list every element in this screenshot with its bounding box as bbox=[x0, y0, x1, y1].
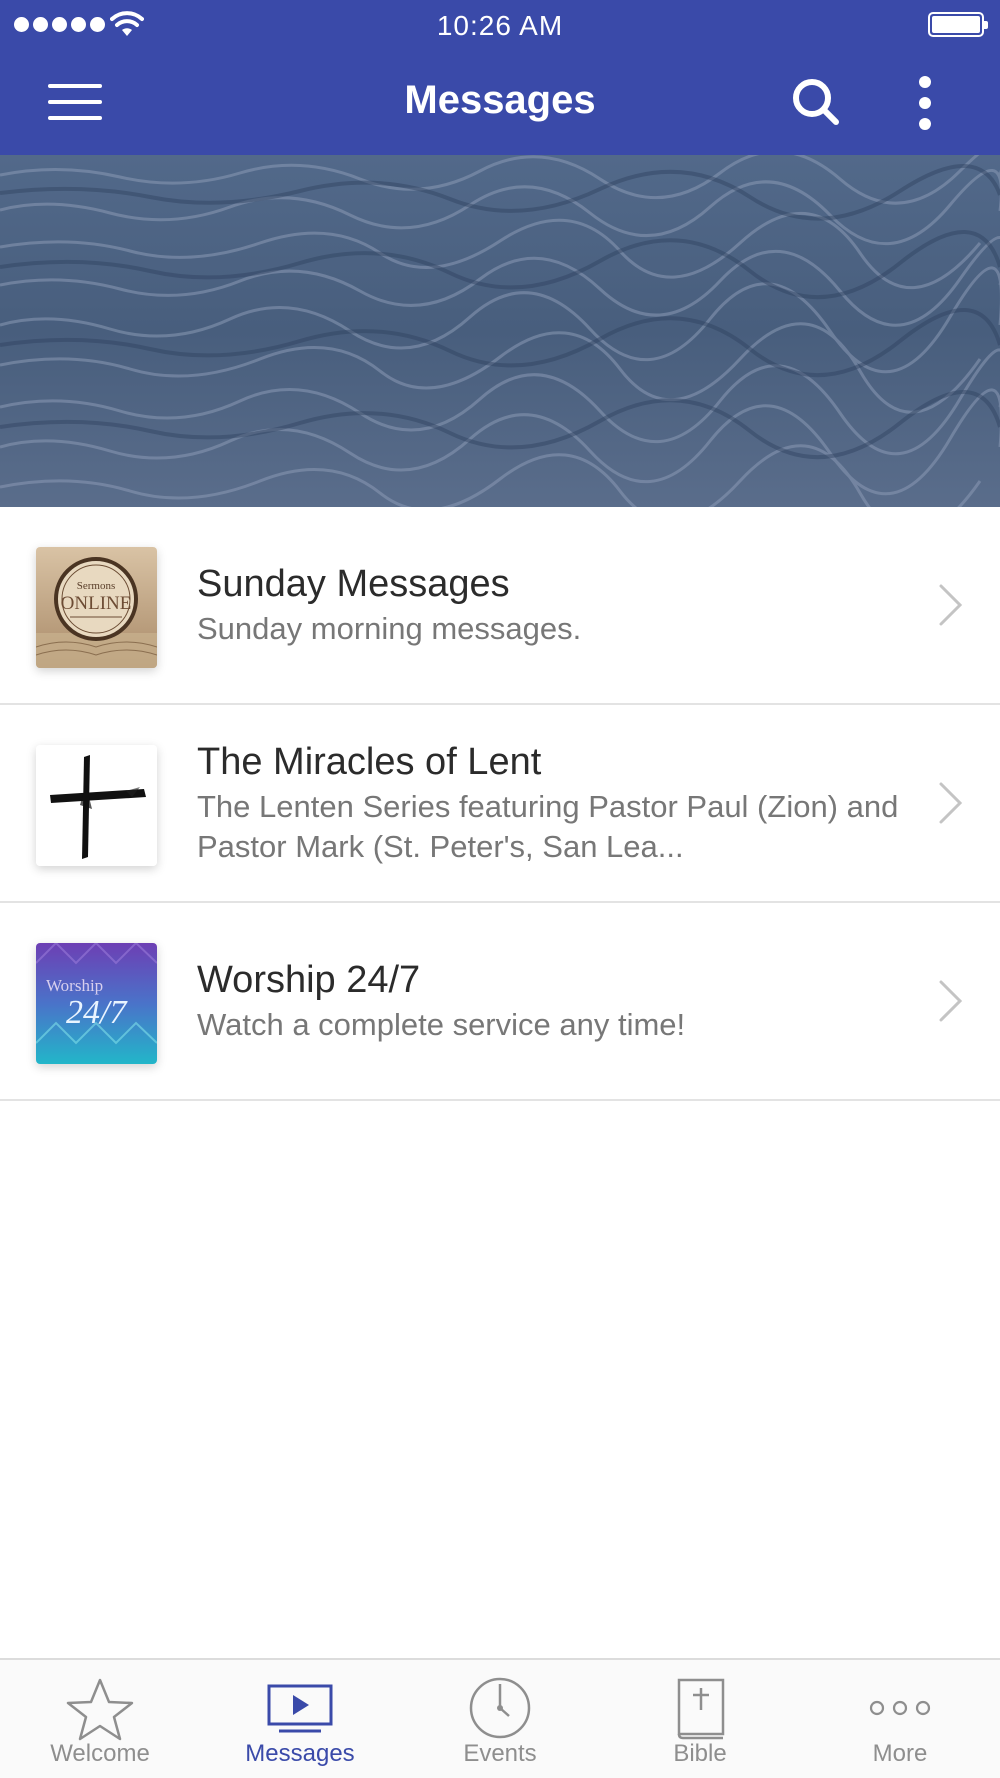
ocean-water-image bbox=[0, 155, 1000, 507]
list-item-subtitle: Sunday morning messages. bbox=[197, 611, 582, 646]
tab-welcome[interactable]: Welcome bbox=[0, 1660, 200, 1778]
list-item-text: The Miracles of Lent The Lenten Series f… bbox=[197, 705, 910, 901]
tab-label: Messages bbox=[245, 1740, 355, 1767]
tab-label: Bible bbox=[673, 1740, 727, 1767]
bottom-tab-bar: Welcome Messages Events Bible More bbox=[0, 1658, 1000, 1778]
tab-label: Welcome bbox=[50, 1740, 150, 1767]
svg-text:24/7: 24/7 bbox=[66, 994, 128, 1031]
play-video-icon bbox=[267, 1684, 333, 1733]
list-item-title: Sunday Messages bbox=[197, 563, 510, 605]
cross-thumbnail bbox=[36, 745, 157, 866]
tab-bible[interactable]: Bible bbox=[600, 1660, 800, 1778]
messages-list: Sermons ONLINE Sunday Messages Sunday mo… bbox=[0, 507, 1000, 1101]
tab-more[interactable]: More bbox=[800, 1660, 1000, 1778]
app-header: 10:26 AM Messages bbox=[0, 0, 1000, 155]
sermons-online-thumbnail: Sermons ONLINE bbox=[36, 547, 157, 668]
list-item-title: The Miracles of Lent bbox=[197, 741, 542, 783]
banner-image bbox=[0, 155, 1000, 507]
chevron-right-icon bbox=[939, 782, 963, 824]
worship-24-7-thumbnail: Worship 24/7 bbox=[36, 943, 157, 1064]
status-time: 10:26 AM bbox=[436, 10, 564, 41]
chevron-right-icon bbox=[939, 584, 963, 626]
svg-text:Worship: Worship bbox=[46, 976, 103, 995]
tab-messages[interactable]: Messages bbox=[200, 1660, 400, 1778]
list-item-worship-24-7[interactable]: Worship 24/7 Worship 24/7 Watch a comple… bbox=[0, 903, 1000, 1101]
svg-text:Sermons: Sermons bbox=[77, 580, 116, 592]
bible-icon bbox=[677, 1678, 725, 1740]
more-dots-icon bbox=[869, 1700, 931, 1716]
tab-label: Events bbox=[463, 1740, 537, 1767]
list-item-title: Worship 24/7 bbox=[197, 959, 421, 1001]
chevron-right-icon bbox=[939, 980, 963, 1022]
list-item-text: Sunday Messages Sunday morning messages. bbox=[197, 507, 910, 703]
tab-events[interactable]: Events bbox=[400, 1660, 600, 1778]
search-icon[interactable] bbox=[790, 76, 842, 128]
clock-icon bbox=[469, 1677, 531, 1739]
list-item-subtitle: Watch a complete service any time! bbox=[197, 1007, 686, 1042]
list-item-subtitle: The Lenten Series featuring Pastor Paul … bbox=[197, 789, 899, 864]
svg-text:ONLINE: ONLINE bbox=[61, 593, 132, 614]
vertical-ellipsis-icon[interactable] bbox=[910, 76, 940, 130]
list-item-sunday-messages[interactable]: Sermons ONLINE Sunday Messages Sunday mo… bbox=[0, 507, 1000, 705]
battery-icon bbox=[928, 12, 988, 37]
page-title: Messages bbox=[404, 78, 596, 122]
status-bar: 10:26 AM bbox=[0, 0, 1000, 50]
list-item-miracles-of-lent[interactable]: The Miracles of Lent The Lenten Series f… bbox=[0, 705, 1000, 903]
list-item-text: Worship 24/7 Watch a complete service an… bbox=[197, 903, 910, 1099]
tab-label: More bbox=[872, 1740, 928, 1767]
star-icon bbox=[66, 1678, 134, 1741]
